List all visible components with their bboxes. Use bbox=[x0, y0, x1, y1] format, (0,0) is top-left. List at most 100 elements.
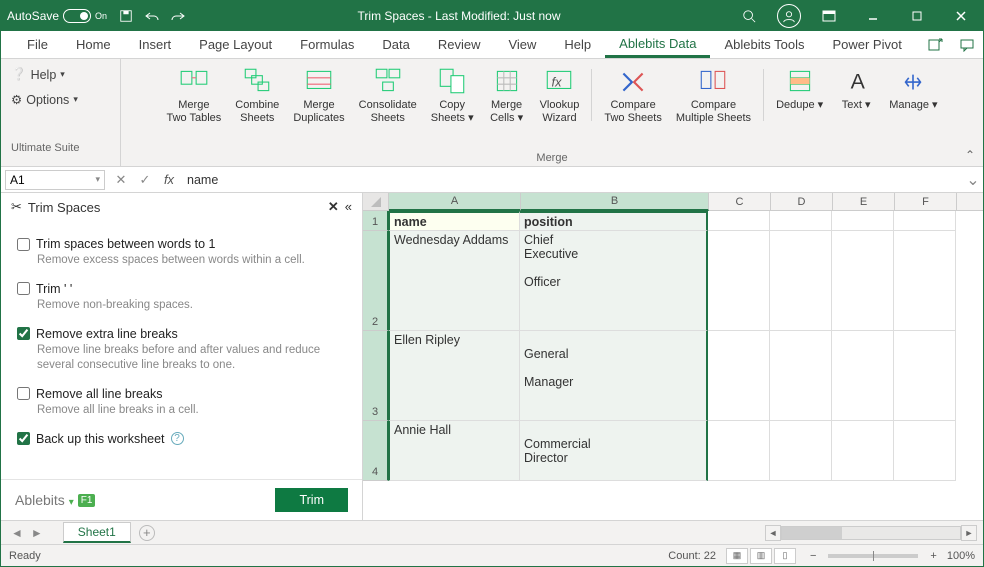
ribbon-btn-manage-11[interactable]: Manage ▾ bbox=[883, 63, 943, 127]
document-title[interactable]: Trim Spaces - Last Modified: Just now bbox=[191, 9, 727, 23]
ribbon-btn-dedupe-9[interactable]: Dedupe ▾ bbox=[770, 63, 829, 127]
pane-option-checkbox-4[interactable]: Back up this worksheet ? bbox=[17, 432, 346, 446]
ribbon-collapse-icon[interactable]: ⌃ bbox=[965, 148, 975, 162]
cell-c3[interactable] bbox=[708, 331, 770, 421]
cell-f3[interactable] bbox=[894, 331, 956, 421]
pane-collapse-icon[interactable]: « bbox=[345, 199, 352, 215]
ribbon-btn-merge-5[interactable]: MergeCells ▾ bbox=[482, 63, 532, 127]
cell-e4[interactable] bbox=[832, 421, 894, 481]
pane-close-icon[interactable]: ✕ bbox=[328, 199, 339, 215]
view-normal-icon[interactable]: ▦ bbox=[726, 548, 748, 564]
cell-d1[interactable] bbox=[770, 211, 832, 231]
cell-a1[interactable]: name bbox=[388, 211, 520, 231]
search-icon[interactable] bbox=[727, 1, 771, 31]
zoom-in-icon[interactable]: + bbox=[926, 550, 940, 562]
trim-button[interactable]: Trim bbox=[275, 488, 348, 512]
undo-icon[interactable] bbox=[141, 5, 163, 27]
ribbon-btn-combine-1[interactable]: CombineSheets bbox=[229, 63, 285, 127]
ribbon-btn-compare-8[interactable]: CompareMultiple Sheets bbox=[670, 63, 757, 127]
name-box[interactable]: A1▾ bbox=[5, 170, 105, 190]
row-header-1[interactable]: 1 bbox=[363, 211, 389, 231]
cell-d3[interactable] bbox=[770, 331, 832, 421]
formula-expand-icon[interactable]: ⌄ bbox=[963, 170, 983, 190]
save-icon[interactable] bbox=[115, 5, 137, 27]
menu-page-layout[interactable]: Page Layout bbox=[185, 31, 286, 58]
cell-d4[interactable] bbox=[770, 421, 832, 481]
row-header-4[interactable]: 4 bbox=[363, 421, 389, 481]
cell-e2[interactable] bbox=[832, 231, 894, 331]
ablebits-logo[interactable]: Ablebits ▾ bbox=[15, 492, 74, 508]
comments-icon[interactable] bbox=[951, 31, 983, 59]
pane-option-checkbox-1[interactable]: Trim ' ' bbox=[17, 282, 346, 296]
menu-data[interactable]: Data bbox=[368, 31, 423, 58]
menu-formulas[interactable]: Formulas bbox=[286, 31, 368, 58]
row-header-3[interactable]: 3 bbox=[363, 331, 389, 421]
f1-badge[interactable]: F1 bbox=[78, 494, 96, 507]
enter-formula-icon[interactable]: ✓ bbox=[133, 172, 157, 188]
col-header-b[interactable]: B bbox=[521, 193, 709, 211]
redo-icon[interactable] bbox=[167, 5, 189, 27]
menu-view[interactable]: View bbox=[494, 31, 550, 58]
cell-b1[interactable]: position bbox=[520, 211, 708, 231]
select-all-corner[interactable] bbox=[363, 193, 389, 210]
menu-ablebits-tools[interactable]: Ablebits Tools bbox=[710, 31, 818, 58]
cell-b4[interactable]: Commercial Director bbox=[520, 421, 708, 481]
add-sheet-icon[interactable]: + bbox=[139, 525, 155, 541]
cell-d2[interactable] bbox=[770, 231, 832, 331]
pane-option-checkbox-0[interactable]: Trim spaces between words to 1 bbox=[17, 237, 346, 251]
col-header-e[interactable]: E bbox=[833, 193, 895, 210]
cell-e1[interactable] bbox=[832, 211, 894, 231]
cell-e3[interactable] bbox=[832, 331, 894, 421]
cell-c4[interactable] bbox=[708, 421, 770, 481]
pane-option-checkbox-2[interactable]: Remove extra line breaks bbox=[17, 327, 346, 341]
cell-b3[interactable]: General Manager bbox=[520, 331, 708, 421]
ribbon-options-link[interactable]: ⚙ Options▾ bbox=[11, 92, 110, 107]
sheet-tab-1[interactable]: Sheet1 bbox=[63, 522, 131, 543]
help-hint-icon[interactable]: ? bbox=[171, 432, 184, 445]
share-icon[interactable] bbox=[919, 31, 951, 59]
ribbon-help-link[interactable]: ❔ Help▾ bbox=[11, 67, 110, 82]
menu-insert[interactable]: Insert bbox=[125, 31, 186, 58]
col-header-c[interactable]: C bbox=[709, 193, 771, 210]
account-avatar-icon[interactable] bbox=[777, 4, 801, 28]
cell-a4[interactable]: Annie Hall bbox=[388, 421, 520, 481]
menu-review[interactable]: Review bbox=[424, 31, 495, 58]
ribbon-btn-consolidate-3[interactable]: ConsolidateSheets bbox=[353, 63, 423, 127]
cancel-formula-icon[interactable]: ✕ bbox=[109, 172, 133, 188]
formula-input[interactable] bbox=[181, 167, 963, 192]
ribbon-btn-vlookup-6[interactable]: fxVlookupWizard bbox=[534, 63, 586, 127]
ribbon-btn-merge-2[interactable]: MergeDuplicates bbox=[287, 63, 350, 127]
minimize-button[interactable] bbox=[851, 1, 895, 31]
cell-c1[interactable] bbox=[708, 211, 770, 231]
tab-nav-prev-icon[interactable]: ◄ bbox=[11, 526, 23, 540]
cell-c2[interactable] bbox=[708, 231, 770, 331]
tab-nav-next-icon[interactable]: ► bbox=[31, 526, 43, 540]
zoom-slider[interactable] bbox=[828, 554, 918, 558]
cell-a2[interactable]: Wednesday Addams bbox=[388, 231, 520, 331]
row-header-2[interactable]: 2 bbox=[363, 231, 389, 331]
cell-a3[interactable]: Ellen Ripley bbox=[388, 331, 520, 421]
menu-file[interactable]: File bbox=[13, 31, 62, 58]
zoom-level[interactable]: 100% bbox=[947, 550, 975, 562]
spreadsheet-grid[interactable]: A B C D E F 1nameposition2Wednesday Adda… bbox=[363, 193, 983, 520]
col-header-a[interactable]: A bbox=[389, 193, 521, 211]
close-button[interactable] bbox=[939, 1, 983, 31]
pane-option-checkbox-3[interactable]: Remove all line breaks bbox=[17, 387, 346, 401]
view-page-layout-icon[interactable]: ▥ bbox=[750, 548, 772, 564]
menu-power-pivot[interactable]: Power Pivot bbox=[818, 31, 915, 58]
cell-f2[interactable] bbox=[894, 231, 956, 331]
ribbon-display-icon[interactable] bbox=[807, 1, 851, 31]
ribbon-btn-compare-7[interactable]: CompareTwo Sheets bbox=[598, 63, 667, 127]
menu-home[interactable]: Home bbox=[62, 31, 125, 58]
cell-b2[interactable]: Chief Executive Officer bbox=[520, 231, 708, 331]
ribbon-btn-merge-0[interactable]: MergeTwo Tables bbox=[160, 63, 227, 127]
scroll-right-icon[interactable]: ► bbox=[961, 525, 977, 541]
cell-f1[interactable] bbox=[894, 211, 956, 231]
horizontal-scrollbar[interactable] bbox=[781, 526, 961, 540]
col-header-f[interactable]: F bbox=[895, 193, 957, 210]
ribbon-btn-text-10[interactable]: AText ▾ bbox=[831, 63, 881, 127]
ribbon-btn-copy-4[interactable]: CopySheets ▾ bbox=[425, 63, 480, 127]
scroll-left-icon[interactable]: ◄ bbox=[765, 525, 781, 541]
menu-ablebits-data[interactable]: Ablebits Data bbox=[605, 31, 710, 58]
view-page-break-icon[interactable]: ▯ bbox=[774, 548, 796, 564]
